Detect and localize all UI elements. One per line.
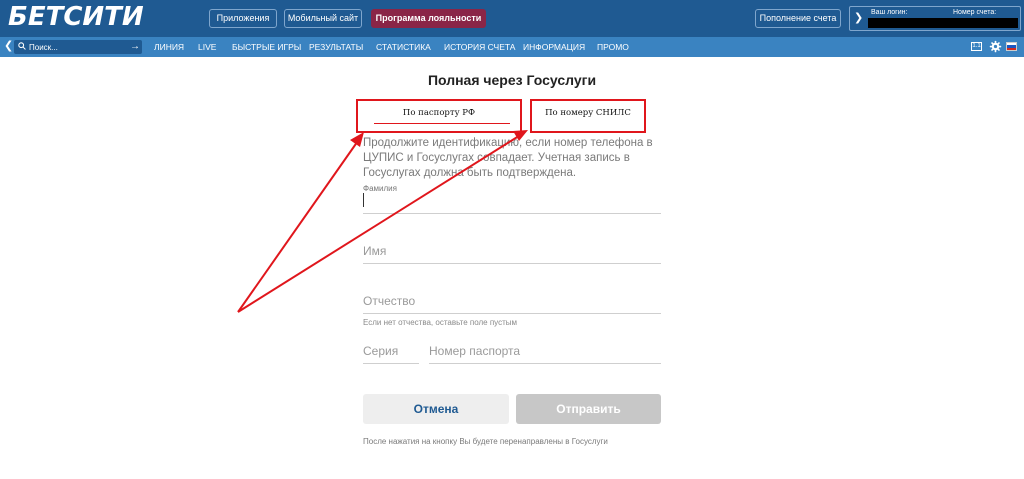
redacted-account-info xyxy=(868,18,1018,28)
tab-passport[interactable]: По паспорту РФ xyxy=(356,99,522,133)
chevron-right-icon[interactable]: ❯ xyxy=(854,12,863,24)
nav-item-fast-games[interactable]: БЫСТРЫЕ ИГРЫ xyxy=(232,37,301,57)
search-box[interactable]: → xyxy=(14,40,142,54)
surname-field-wrapper xyxy=(363,190,661,214)
patronymic-field-wrapper xyxy=(363,290,661,314)
mobile-site-button[interactable]: Мобильный сайт xyxy=(284,9,362,28)
nav-item-results[interactable]: РЕЗУЛЬТАТЫ xyxy=(309,37,363,57)
patronymic-hint: Если нет отчества, оставьте поле пустым xyxy=(363,318,517,327)
top-header: БЕТСИТИ Приложения Мобильный сайт Програ… xyxy=(0,0,1024,37)
passport-number-input[interactable] xyxy=(429,340,661,362)
active-tab-underline xyxy=(374,123,510,124)
surname-input[interactable] xyxy=(363,190,661,212)
name-input[interactable] xyxy=(363,240,661,262)
search-icon xyxy=(18,42,26,50)
nav-item-promo[interactable]: ПРОМО xyxy=(597,37,629,57)
betcity-logo[interactable]: БЕТСИТИ xyxy=(8,3,144,31)
deposit-button[interactable]: Пополнение счета xyxy=(755,9,841,28)
gear-icon[interactable] xyxy=(989,40,1002,53)
cancel-button[interactable]: Отмена xyxy=(363,394,509,424)
account-number-label: Номер счета: xyxy=(953,9,997,16)
search-input[interactable] xyxy=(29,40,124,54)
loyalty-program-button[interactable]: Программа лояльности xyxy=(371,9,486,28)
nav-item-live[interactable]: LIVE xyxy=(198,37,216,57)
russian-flag-icon[interactable] xyxy=(1006,42,1017,51)
tab-snils-label: По номеру СНИЛС xyxy=(545,108,631,118)
redirect-note: После нажатия на кнопку Вы будете перена… xyxy=(363,437,608,446)
tab-passport-label: По паспорту РФ xyxy=(402,108,476,118)
text-caret xyxy=(363,193,364,207)
odds-format-icon[interactable]: 1.1 xyxy=(971,42,982,51)
apps-button[interactable]: Приложения xyxy=(209,9,277,28)
name-field-wrapper xyxy=(363,240,661,264)
passport-series-input[interactable] xyxy=(363,340,419,362)
patronymic-input[interactable] xyxy=(363,290,661,312)
account-panel[interactable]: ❯ Ваш логин: Номер счета: xyxy=(849,6,1021,31)
nav-item-statistics[interactable]: СТАТИСТИКА xyxy=(376,37,431,57)
login-label: Ваш логин: xyxy=(871,9,908,16)
main-nav: ❮ → ЛИНИЯ LIVE БЫСТРЫЕ ИГРЫ РЕЗУЛЬТАТЫ С… xyxy=(0,37,1024,57)
nav-item-information[interactable]: ИНФОРМАЦИЯ xyxy=(523,37,585,57)
annotation-arrow-passport xyxy=(237,137,361,313)
page-title: Полная через Госуслуги xyxy=(427,72,597,88)
page: БЕТСИТИ Приложения Мобильный сайт Програ… xyxy=(0,0,1024,479)
nav-item-line[interactable]: ЛИНИЯ xyxy=(154,37,184,57)
passport-number-field-wrapper xyxy=(429,340,661,364)
submit-button[interactable]: Отправить xyxy=(516,394,661,424)
tab-snils[interactable]: По номеру СНИЛС xyxy=(530,99,646,133)
series-field-wrapper xyxy=(363,340,419,364)
chevron-left-icon[interactable]: ❮ xyxy=(4,39,13,54)
nav-item-account-history[interactable]: ИСТОРИЯ СЧЕТА xyxy=(444,37,515,57)
arrow-right-icon[interactable]: → xyxy=(130,40,140,54)
annotation-arrowhead-passport xyxy=(350,132,364,147)
intro-text: Продолжите идентификацию, если номер тел… xyxy=(363,137,653,179)
